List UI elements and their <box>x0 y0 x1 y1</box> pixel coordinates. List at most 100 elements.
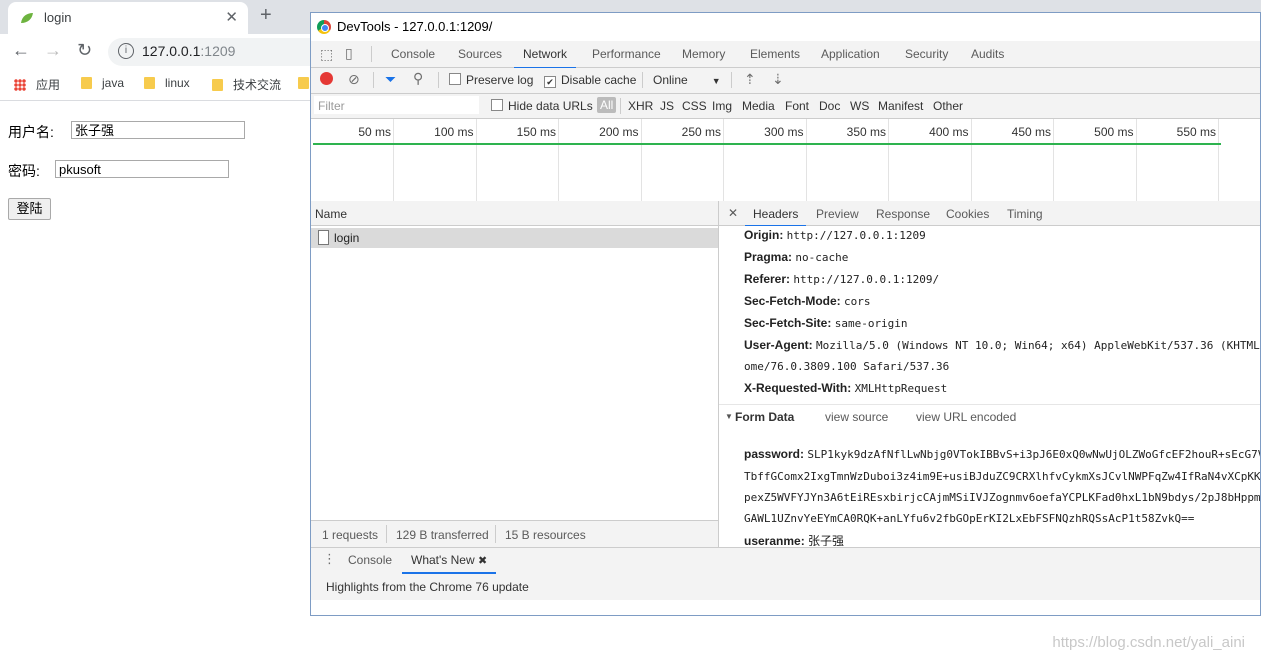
timeline-tick-label: 550 ms <box>1176 125 1216 139</box>
header-row: X-Requested-With: XMLHttpRequest <box>744 381 948 395</box>
filter-css[interactable]: CSS <box>682 99 707 113</box>
address-url: 127.0.0.1:1209 <box>142 43 236 59</box>
filter-xhr[interactable]: XHR <box>628 99 653 113</box>
request-row-login[interactable]: login <box>311 228 718 248</box>
disable-cache-checkbox[interactable]: ✔ Disable cache <box>544 73 636 88</box>
leaf-favicon-icon <box>21 13 33 23</box>
tab-performance[interactable]: Performance <box>592 41 661 67</box>
header-row: Origin: http://127.0.0.1:1209 <box>744 228 926 242</box>
close-icon[interactable]: ✕ <box>728 206 738 220</box>
back-icon[interactable]: ← <box>12 40 30 61</box>
tab-preview[interactable]: Preview <box>816 207 859 221</box>
clear-icon[interactable]: ⊘ <box>348 71 360 88</box>
filter-ws[interactable]: WS <box>850 99 869 113</box>
timeline-tick-label: 100 ms <box>434 125 474 139</box>
filter-all[interactable]: All <box>597 97 617 113</box>
timeline-tick-label: 400 ms <box>929 125 969 139</box>
timeline-waterfall-bar <box>313 143 1221 145</box>
form-data-row-continued: GAWL1UZnvYeEYmCA0RQK+anLYfu6v2fbGOpErKI2… <box>744 512 1195 525</box>
search-icon[interactable]: ⚲ <box>413 70 423 87</box>
filter-icon[interactable]: ⏷ <box>385 71 396 88</box>
tab-title: login <box>44 10 72 25</box>
request-name: login <box>334 231 360 245</box>
password-label: 密码: <box>8 163 40 179</box>
folder-icon <box>81 77 92 89</box>
inspect-element-icon[interactable]: ⬚ <box>320 46 333 63</box>
tab-timing[interactable]: Timing <box>1007 207 1043 221</box>
record-icon[interactable] <box>320 72 333 85</box>
timeline-tick-label: 350 ms <box>846 125 886 139</box>
details-tabbar: ✕ Headers Preview Response Cookies Timin… <box>719 201 1260 227</box>
tab-audits[interactable]: Audits <box>971 41 1004 67</box>
bookmark-linux[interactable]: linux <box>144 76 190 90</box>
tab-network[interactable]: Network <box>514 41 577 69</box>
username-input[interactable]: 张子强 <box>71 121 245 139</box>
devtools-title: DevTools - 127.0.0.1:1209/ <box>337 19 493 34</box>
new-tab-icon[interactable]: + <box>260 4 272 27</box>
name-column-header[interactable]: Name <box>311 201 719 226</box>
filter-img[interactable]: Img <box>712 99 732 113</box>
form-data-row-continued: TbffGComx2IxgTmnWzDuboi3z4im9E+usiBJduZC… <box>744 470 1261 483</box>
drawer-tab-console[interactable]: Console <box>348 548 392 572</box>
close-icon: ✖ <box>477 555 488 567</box>
drawer-tab-whats-new[interactable]: What's New ✖ <box>402 548 497 574</box>
download-icon[interactable]: ⇣ <box>772 71 784 88</box>
network-status-bar: 1 requests 129 B transferred 15 B resour… <box>311 520 719 547</box>
browser-tab[interactable]: login ✕ <box>8 2 248 34</box>
header-row-continued: ome/76.0.3809.100 Safari/537.36 <box>744 360 950 373</box>
tab-sources[interactable]: Sources <box>458 41 502 67</box>
resources-size: 15 B resources <box>505 528 586 542</box>
tab-security[interactable]: Security <box>905 41 948 67</box>
tab-headers[interactable]: Headers <box>745 207 807 227</box>
folder-icon <box>144 77 155 89</box>
password-input[interactable]: pkusoft <box>55 160 229 178</box>
tab-response[interactable]: Response <box>876 207 930 221</box>
timeline-tick-label: 300 ms <box>764 125 804 139</box>
hide-data-urls-checkbox[interactable]: Hide data URLs <box>491 99 593 113</box>
timeline-tick-label: 200 ms <box>599 125 639 139</box>
devtools-window: DevTools - 127.0.0.1:1209/ ⬚ ▯ Console S… <box>310 12 1261 616</box>
tab-application[interactable]: Application <box>821 41 880 67</box>
filter-media[interactable]: Media <box>742 99 775 113</box>
filter-js[interactable]: JS <box>660 99 674 113</box>
bookmark-java[interactable]: java <box>81 76 124 90</box>
bookmark-apps[interactable]: 应用 <box>14 76 60 93</box>
more-vertical-icon[interactable]: ⋮ <box>323 551 336 567</box>
folder-icon <box>212 79 223 91</box>
reload-icon[interactable]: ↻ <box>77 40 92 61</box>
username-label: 用户名: <box>8 124 54 140</box>
forward-icon[interactable]: → <box>44 40 62 61</box>
view-source-link[interactable]: view source <box>825 410 888 424</box>
form-data-row: useranme: 张子强 <box>744 534 845 546</box>
panel-tabbar: ⬚ ▯ Console Sources Network Performance … <box>311 41 1260 69</box>
apps-grid-icon <box>14 79 26 91</box>
preserve-log-checkbox[interactable]: Preserve log <box>449 73 533 87</box>
tab-memory[interactable]: Memory <box>682 41 725 67</box>
device-toolbar-icon[interactable]: ▯ <box>345 45 353 62</box>
tab-cookies[interactable]: Cookies <box>946 207 989 221</box>
timeline-tick-label: 150 ms <box>516 125 556 139</box>
timeline-tick-label: 50 ms <box>358 125 391 139</box>
expand-triangle-icon[interactable]: ▼ <box>725 412 733 421</box>
timeline-overview[interactable]: 50 ms 100 ms 150 ms 200 ms 250 ms 300 ms 350 m… <box>311 119 1260 202</box>
tab-elements[interactable]: Elements <box>750 41 800 67</box>
folder-icon <box>298 77 309 89</box>
form-data-row: password: SLP1kyk9dzAfNflLwNbjg0VTokIBBv… <box>744 447 1261 461</box>
filter-doc[interactable]: Doc <box>819 99 840 113</box>
form-data-section[interactable]: ▼ Form Data view source view URL encoded <box>719 404 1260 427</box>
login-button[interactable]: 登陆 <box>8 198 51 220</box>
tab-console[interactable]: Console <box>391 41 435 67</box>
filter-manifest[interactable]: Manifest <box>878 99 923 113</box>
bookmark-tech[interactable]: 技术交流 <box>212 76 281 93</box>
filter-input[interactable]: Filter <box>314 96 479 114</box>
address-bar[interactable]: i 127.0.0.1:1209 <box>108 38 328 66</box>
filter-font[interactable]: Font <box>785 99 809 113</box>
devtools-titlebar: DevTools - 127.0.0.1:1209/ <box>311 13 1260 41</box>
throttle-select[interactable]: Online ▼ <box>653 73 721 87</box>
filter-other[interactable]: Other <box>933 99 963 113</box>
header-row: Sec-Fetch-Mode: cors <box>744 294 871 308</box>
tab-close-icon[interactable]: ✕ <box>225 8 238 26</box>
view-url-encoded-link[interactable]: view URL encoded <box>916 410 1016 424</box>
upload-icon[interactable]: ⇡ <box>744 71 756 88</box>
info-icon[interactable]: i <box>118 43 134 59</box>
